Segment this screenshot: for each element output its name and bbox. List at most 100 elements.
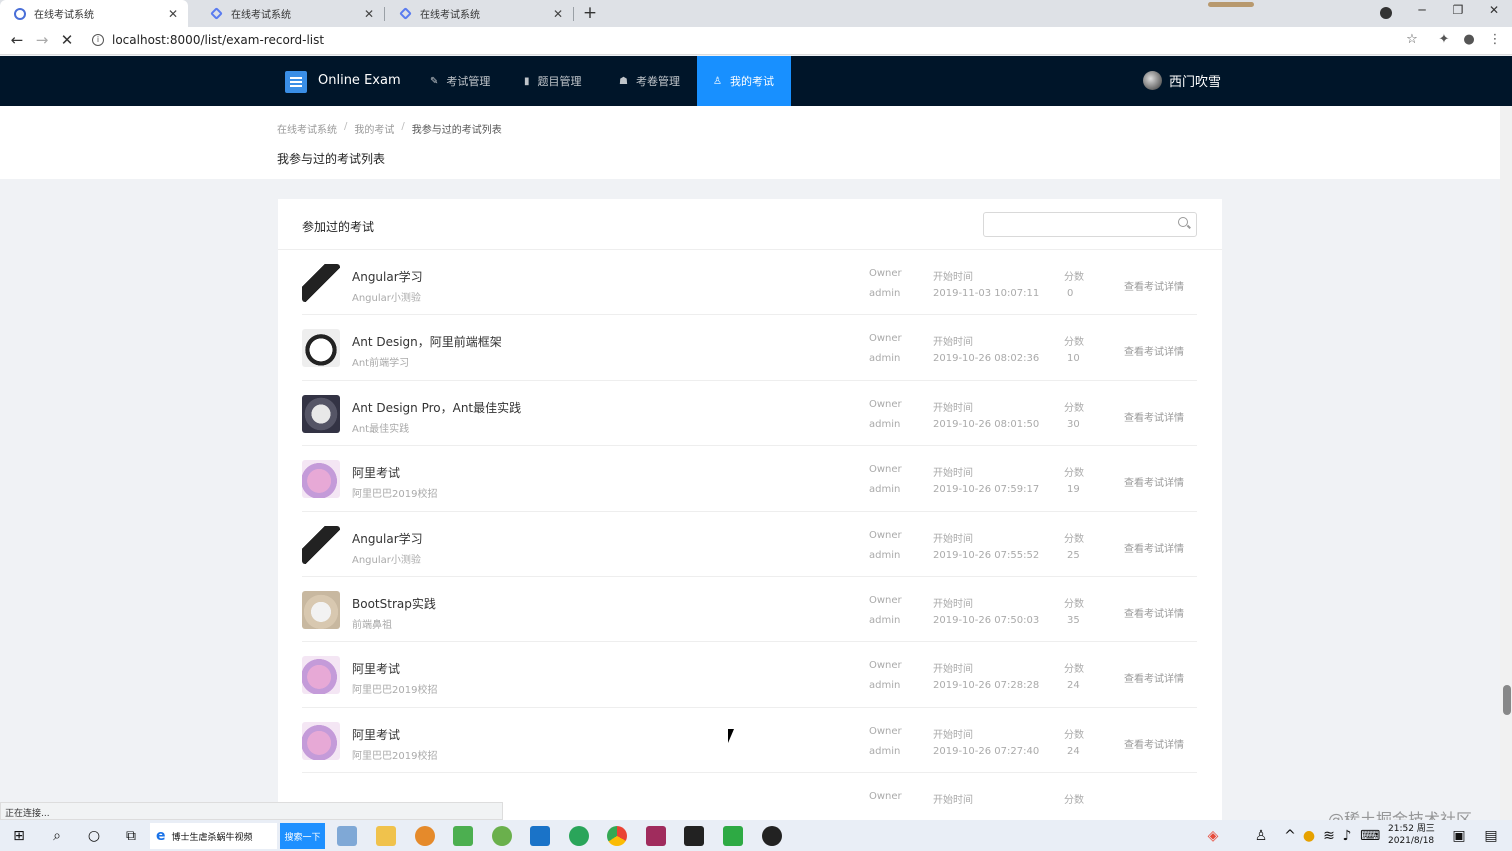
exam-description: Ant前端学习 [352,358,410,370]
search-box[interactable] [983,212,1197,237]
window-drag-handle[interactable] [1208,2,1254,7]
extensions-icon[interactable]: ✦ [1435,32,1453,47]
people-icon[interactable]: ♙ [1252,827,1270,845]
score-value: 10 [1067,353,1080,365]
new-tab-button[interactable]: + [580,3,600,23]
back-arrow-icon[interactable]: ← [7,31,27,49]
browser-menu-icon[interactable]: ⋮ [1486,32,1504,47]
start-time-label: 开始时间 [933,664,973,676]
view-detail-link[interactable]: 查看考试详情 [1124,670,1184,685]
url-field[interactable]: localhost:8000/list/exam-record-list [112,33,324,47]
breadcrumb-item[interactable]: 我的考试 [354,121,394,136]
score-value: 30 [1067,418,1080,430]
profile-icon[interactable]: ● [1460,32,1478,47]
nav-label: 考卷管理 [635,75,680,88]
exam-name[interactable]: Ant Design，阿里前端框架 [352,333,502,350]
forward-arrow-icon[interactable]: → [32,31,52,49]
start-time-label: 开始时间 [933,337,973,349]
minimize-icon[interactable]: ─ [1407,3,1437,17]
app-icon[interactable] [337,826,357,846]
exam-name[interactable]: Ant Design Pro，Ant最佳实践 [352,399,521,416]
exam-description: 阿里巴巴2019校招 [352,750,438,762]
view-detail-link[interactable]: 查看考试详情 [1124,736,1184,751]
stop-loading-icon[interactable]: ✕ [57,31,77,49]
user-menu[interactable]: 西门吹雪 [1143,71,1221,90]
close-icon[interactable]: ✕ [551,7,565,21]
wifi-icon[interactable]: ≋ [1320,827,1338,845]
nav-my-exams[interactable]: ♙ 我的考试 [697,56,791,106]
exam-name[interactable]: Angular学习 [352,268,423,285]
app-icon[interactable] [569,826,589,846]
view-detail-link[interactable]: 查看考试详情 [1124,605,1184,620]
restore-icon[interactable]: ❐ [1443,3,1473,17]
task-view-icon[interactable]: ⧉ [122,827,140,845]
volume-icon[interactable]: ♪ [1338,827,1356,845]
view-detail-link[interactable]: 查看考试详情 [1124,540,1184,555]
view-detail-link[interactable]: 查看考试详情 [1124,474,1184,489]
logo-icon[interactable] [285,71,307,93]
page-title: 我参与过的考试列表 [277,152,386,166]
hbuilder-icon[interactable] [723,826,743,846]
exam-name[interactable]: Angular学习 [352,530,423,547]
tray-app-icon[interactable]: ● [1300,827,1318,845]
taskbar-search-button[interactable]: 搜索一下 [280,823,325,849]
app-icon[interactable] [453,826,473,846]
ide-icon[interactable] [646,826,666,846]
windows-start-icon[interactable]: ⊞ [10,827,28,845]
nav-question-management[interactable]: ▮ 题目管理 [508,56,598,106]
file-explorer-icon[interactable] [376,826,396,846]
search-icon[interactable] [1178,217,1188,227]
clock-date: 2021/8/18 [1388,836,1435,846]
tab-search-icon[interactable] [1380,7,1392,19]
avatar [302,394,340,433]
view-detail-link[interactable]: 查看考试详情 [1124,409,1184,424]
browser-tab-1[interactable]: 在线考试系统 ✕ [0,0,188,27]
nav-paper-management[interactable]: ☗ 考卷管理 [603,56,696,106]
view-detail-link[interactable]: 查看考试详情 [1124,343,1184,358]
site-info-icon[interactable]: i [92,34,104,46]
address-bar: ← → ✕ i localhost:8000/list/exam-record-… [0,27,1512,55]
score-value: 24 [1067,745,1080,757]
close-icon[interactable]: ✕ [166,7,180,21]
bookmark-star-icon[interactable]: ☆ [1403,32,1421,47]
exam-name[interactable]: 阿里考试 [352,464,400,481]
app-icon[interactable] [530,826,550,846]
card-header: 参加过的考试 [278,199,1222,250]
start-time-value: 2019-10-26 07:50:03 [933,614,1040,626]
edge-icon: e [156,828,166,844]
search-icon[interactable]: ⌕ [48,827,66,845]
avatar [302,525,340,564]
exam-name[interactable]: BootStrap实践 [352,595,436,612]
tray-app-icon[interactable]: ◈ [1204,827,1222,845]
exam-record-list: Angular学习 Angular小测验 Owner admin 开始时间 2019-11… [302,250,1197,839]
terminal-icon[interactable] [684,826,704,846]
app-icon[interactable] [415,826,435,846]
scrollbar-thumb[interactable] [1503,685,1511,715]
list-item: Angular学习 Angular小测验 Owner admin 开始时间 2019-11… [302,250,1197,316]
close-icon[interactable]: ✕ [362,7,376,21]
search-input[interactable] [984,213,1164,237]
edge-search-widget[interactable]: e 博士生虐杀蜗牛视频 [150,823,277,849]
start-time-label: 开始时间 [933,272,973,283]
notification-icon[interactable]: ▤ [1482,827,1500,845]
window-close-icon[interactable]: ✕ [1479,3,1509,17]
tray-expand-icon[interactable]: ^ [1281,827,1299,845]
cortana-icon[interactable]: ○ [85,827,103,845]
chrome-icon[interactable] [607,826,627,846]
exam-name[interactable]: 阿里考试 [352,660,400,677]
browser-tab-3[interactable]: 在线考试系统 ✕ [385,0,573,27]
input-method-icon[interactable]: ▣ [1450,827,1468,845]
qq-icon[interactable] [762,826,782,846]
logo-text[interactable]: Online Exam [318,73,401,88]
browser-tab-2[interactable]: 在线考试系统 ✕ [196,0,384,27]
breadcrumb-item[interactable]: 在线考试系统 [277,121,337,136]
taskbar-clock[interactable]: 21:52 周三 2021/8/18 [1388,823,1435,847]
app-header: Online Exam ✎ 考试管理 ▮ 题目管理 ☗ 考卷管理 ♙ 我的考试 … [0,56,1512,106]
exam-name[interactable]: 阿里考试 [352,726,400,743]
exam-description: Angular小测验 [352,554,421,566]
nav-exam-management[interactable]: ✎ 考试管理 [414,56,506,106]
start-time-value: 2019-10-26 07:59:17 [933,484,1040,496]
view-detail-link[interactable]: 查看考试详情 [1124,278,1184,293]
app-icon[interactable] [492,826,512,846]
keyboard-icon[interactable]: ⌨ [1360,827,1380,845]
